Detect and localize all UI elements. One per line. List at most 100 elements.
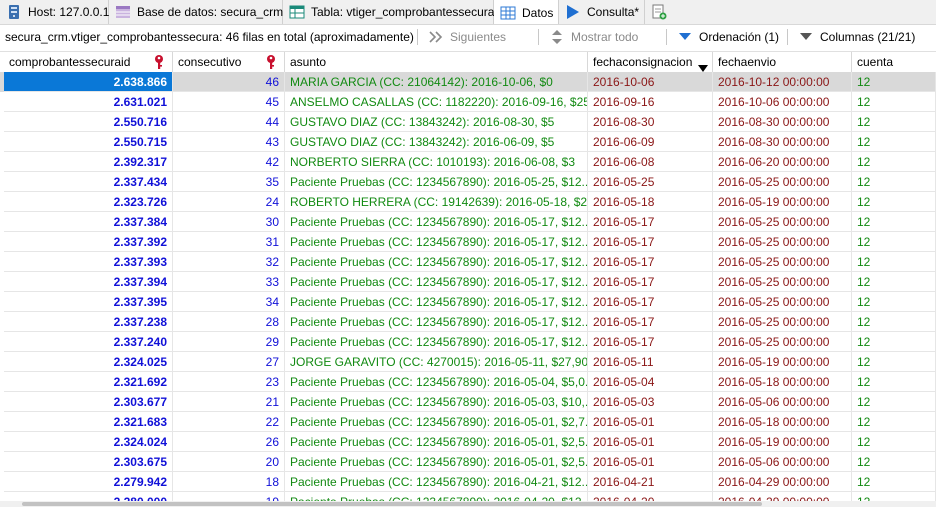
- cell-fechaconsignacion[interactable]: 2016-05-17: [588, 312, 713, 332]
- cell-fechaenvio[interactable]: 2016-04-29 00:00:00: [713, 492, 852, 501]
- cell-consecutivo[interactable]: 35: [173, 172, 285, 192]
- cell-fechaenvio[interactable]: 2016-05-19 00:00:00: [713, 192, 852, 212]
- cell-comprobantessecuraid[interactable]: 2.392.317: [4, 152, 173, 172]
- cell-cuenta[interactable]: 12: [852, 372, 936, 392]
- cell-comprobantessecuraid[interactable]: 2.550.715: [4, 132, 173, 152]
- tab-host[interactable]: Host: 127.0.0.1: [0, 0, 109, 24]
- cell-consecutivo[interactable]: 33: [173, 272, 285, 292]
- cell-comprobantessecuraid[interactable]: 2.303.675: [4, 452, 173, 472]
- next-rows-button[interactable]: Siguientes: [428, 28, 506, 46]
- table-row[interactable]: 2.337.394 33 Paciente Pruebas (CC: 1234567…: [0, 272, 936, 292]
- cell-cuenta[interactable]: 12: [852, 412, 936, 432]
- cell-fechaconsignacion[interactable]: 2016-05-01: [588, 432, 713, 452]
- table-row[interactable]: 2.631.021 45 ANSELMO CASALLAS (CC: 1182220…: [0, 92, 936, 112]
- table-row[interactable]: 2.324.025 27 JORGE GARAVITO (CC: 4270015):…: [0, 352, 936, 372]
- table-row[interactable]: 2.392.317 42 NORBERTO SIERRA (CC: 1010193)…: [0, 152, 936, 172]
- cell-fechaenvio[interactable]: 2016-04-29 00:00:00: [713, 472, 852, 492]
- new-query-tab-button[interactable]: [645, 0, 673, 24]
- cell-comprobantessecuraid[interactable]: 2.321.692: [4, 372, 173, 392]
- cell-consecutivo[interactable]: 32: [173, 252, 285, 272]
- cell-fechaenvio[interactable]: 2016-05-25 00:00:00: [713, 332, 852, 352]
- table-row[interactable]: 2.337.434 35 Paciente Pruebas (CC: 1234567…: [0, 172, 936, 192]
- cell-asunto[interactable]: Paciente Pruebas (CC: 1234567890): 2016-…: [285, 292, 588, 312]
- cell-asunto[interactable]: Paciente Pruebas (CC: 1234567890): 2016-…: [285, 272, 588, 292]
- table-row[interactable]: 2.303.675 20 Paciente Pruebas (CC: 1234567…: [0, 452, 936, 472]
- cell-cuenta[interactable]: 12: [852, 472, 936, 492]
- cell-cuenta[interactable]: 12: [852, 112, 936, 132]
- cell-cuenta[interactable]: 12: [852, 192, 936, 212]
- cell-fechaenvio[interactable]: 2016-05-06 00:00:00: [713, 392, 852, 412]
- cell-fechaconsignacion[interactable]: 2016-06-08: [588, 152, 713, 172]
- cell-fechaconsignacion[interactable]: 2016-05-01: [588, 452, 713, 472]
- cell-asunto[interactable]: GUSTAVO DIAZ (CC: 13843242): 2016-08-30,…: [285, 112, 588, 132]
- cell-fechaconsignacion[interactable]: 2016-05-17: [588, 292, 713, 312]
- table-row[interactable]: 2.323.726 24 ROBERTO HERRERA (CC: 19142639…: [0, 192, 936, 212]
- tab-data[interactable]: Datos: [494, 0, 559, 24]
- cell-fechaconsignacion[interactable]: 2016-05-25: [588, 172, 713, 192]
- cell-comprobantessecuraid[interactable]: 2.337.395: [4, 292, 173, 312]
- cell-asunto[interactable]: Paciente Pruebas (CC: 1234567890): 2016-…: [285, 252, 588, 272]
- column-header-fechaenvio[interactable]: fechaenvio: [713, 52, 852, 72]
- table-row[interactable]: 2.303.677 21 Paciente Pruebas (CC: 1234567…: [0, 392, 936, 412]
- cell-consecutivo[interactable]: 26: [173, 432, 285, 452]
- cell-asunto[interactable]: MARIA GARCIA (CC: 21064142): 2016-10-06,…: [285, 72, 588, 92]
- cell-cuenta[interactable]: 12: [852, 72, 936, 92]
- cell-fechaconsignacion[interactable]: 2016-04-21: [588, 472, 713, 492]
- cell-fechaenvio[interactable]: 2016-05-25 00:00:00: [713, 232, 852, 252]
- column-header-asunto[interactable]: asunto: [285, 52, 588, 72]
- sort-button[interactable]: Ordenación (1): [677, 28, 779, 46]
- cell-fechaenvio[interactable]: 2016-05-25 00:00:00: [713, 252, 852, 272]
- cell-consecutivo[interactable]: 43: [173, 132, 285, 152]
- cell-comprobantessecuraid[interactable]: 2.638.866: [4, 72, 173, 92]
- cell-fechaenvio[interactable]: 2016-08-30 00:00:00: [713, 112, 852, 132]
- cell-comprobantessecuraid[interactable]: 2.631.021: [4, 92, 173, 112]
- column-header-comprobantessecuraid[interactable]: comprobantessecuraid: [4, 52, 173, 72]
- table-row[interactable]: 2.279.942 18 Paciente Pruebas (CC: 1234567…: [0, 472, 936, 492]
- cell-consecutivo[interactable]: 42: [173, 152, 285, 172]
- table-row[interactable]: 2.280.00019Paciente Pruebas (CC: 1234567…: [0, 492, 936, 501]
- cell-cuenta[interactable]: 12: [852, 432, 936, 452]
- cell-fechaenvio[interactable]: 2016-05-25 00:00:00: [713, 212, 852, 232]
- cell-comprobantessecuraid[interactable]: 2.337.384: [4, 212, 173, 232]
- cell-fechaconsignacion[interactable]: 2016-05-17: [588, 272, 713, 292]
- cell-consecutivo[interactable]: 44: [173, 112, 285, 132]
- table-row[interactable]: 2.550.716 44 GUSTAVO DIAZ (CC: 13843242): …: [0, 112, 936, 132]
- cell-cuenta[interactable]: 12: [852, 452, 936, 472]
- cell-asunto[interactable]: NORBERTO SIERRA (CC: 1010193): 2016-06-0…: [285, 152, 588, 172]
- cell-consecutivo[interactable]: 22: [173, 412, 285, 432]
- cell-comprobantessecuraid[interactable]: 2.337.392: [4, 232, 173, 252]
- cell-asunto[interactable]: Paciente Pruebas (CC: 1234567890): 2016-…: [285, 212, 588, 232]
- cell-comprobantessecuraid[interactable]: 2.321.683: [4, 412, 173, 432]
- table-row[interactable]: 2.321.683 22 Paciente Pruebas (CC: 1234567…: [0, 412, 936, 432]
- table-row[interactable]: 2.337.238 28 Paciente Pruebas (CC: 1234567…: [0, 312, 936, 332]
- cell-comprobantessecuraid[interactable]: 2.324.024: [4, 432, 173, 452]
- cell-fechaconsignacion[interactable]: 2016-09-16: [588, 92, 713, 112]
- table-row[interactable]: 2.550.715 43 GUSTAVO DIAZ (CC: 13843242): …: [0, 132, 936, 152]
- cell-cuenta[interactable]: 12: [852, 212, 936, 232]
- cell-asunto[interactable]: Paciente Pruebas (CC: 1234567890): 2016-…: [285, 172, 588, 192]
- cell-fechaenvio[interactable]: 2016-05-19 00:00:00: [713, 352, 852, 372]
- column-header-consecutivo[interactable]: consecutivo: [173, 52, 285, 72]
- cell-asunto[interactable]: Paciente Pruebas (CC: 1234567890): 2016-…: [285, 412, 588, 432]
- cell-asunto[interactable]: ANSELMO CASALLAS (CC: 1182220): 2016-09-…: [285, 92, 588, 112]
- cell-asunto[interactable]: ROBERTO HERRERA (CC: 19142639): 2016-05-…: [285, 192, 588, 212]
- cell-fechaenvio[interactable]: 2016-05-25 00:00:00: [713, 292, 852, 312]
- cell-cuenta[interactable]: 12: [852, 152, 936, 172]
- cell-fechaconsignacion[interactable]: 2016-05-11: [588, 352, 713, 372]
- horizontal-scrollbar[interactable]: [0, 501, 936, 507]
- cell-fechaconsignacion[interactable]: 2016-05-03: [588, 392, 713, 412]
- cell-cuenta[interactable]: 12: [852, 332, 936, 352]
- cell-asunto[interactable]: Paciente Pruebas (CC: 1234567890): 2016-…: [285, 372, 588, 392]
- table-row[interactable]: 2.337.395 34 Paciente Pruebas (CC: 1234567…: [0, 292, 936, 312]
- cell-fechaconsignacion[interactable]: 2016-05-01: [588, 412, 713, 432]
- cell-cuenta[interactable]: 12: [852, 272, 936, 292]
- cell-fechaenvio[interactable]: 2016-05-06 00:00:00: [713, 452, 852, 472]
- cell-cuenta[interactable]: 12: [852, 312, 936, 332]
- cell-cuenta[interactable]: 12: [852, 352, 936, 372]
- cell-cuenta[interactable]: 12: [852, 392, 936, 412]
- cell-fechaenvio[interactable]: 2016-05-25 00:00:00: [713, 172, 852, 192]
- cell-cuenta[interactable]: 12: [852, 132, 936, 152]
- cell-asunto[interactable]: Paciente Pruebas (CC: 1234567890): 2016-…: [285, 452, 588, 472]
- tab-table[interactable]: Tabla: vtiger_comprobantessecura: [283, 0, 494, 24]
- cell-cuenta[interactable]: 12: [852, 92, 936, 112]
